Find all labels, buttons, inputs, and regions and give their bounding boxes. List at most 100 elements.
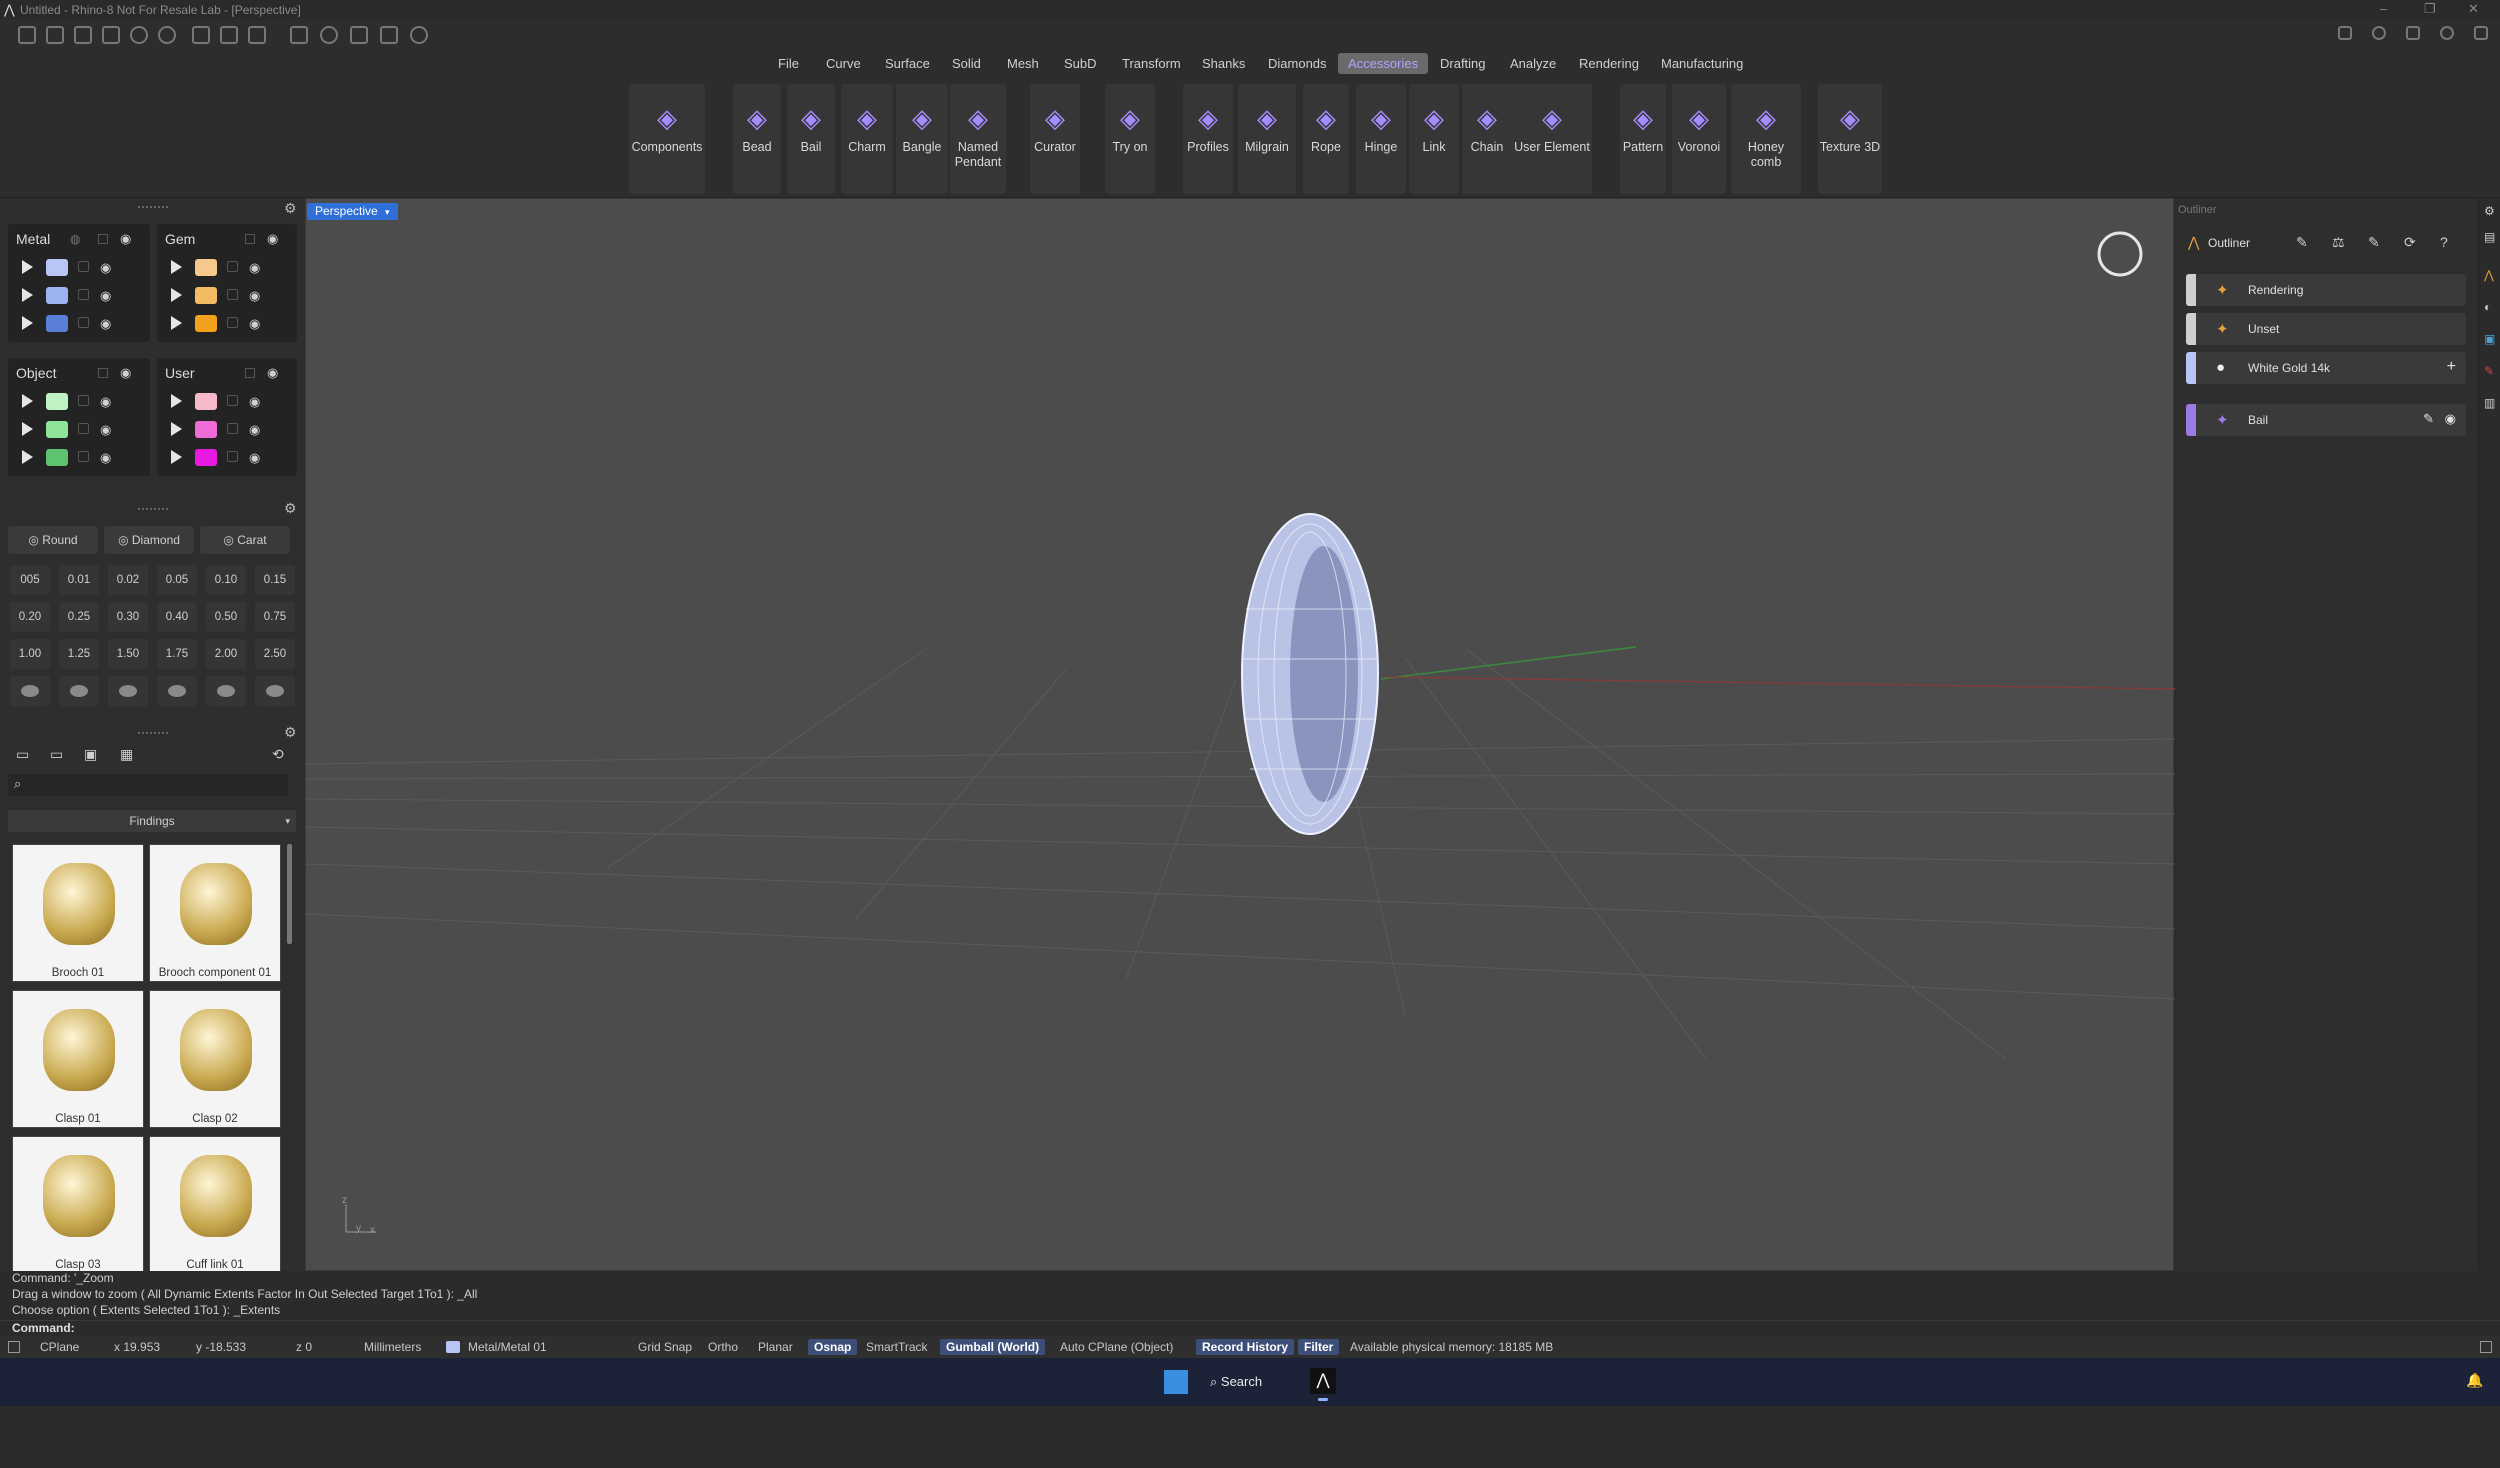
help-icon[interactable] bbox=[2440, 26, 2454, 40]
play-icon[interactable] bbox=[171, 288, 182, 302]
units-label[interactable]: Millimeters bbox=[364, 1340, 421, 1354]
color-swatch[interactable] bbox=[195, 315, 217, 332]
lock-icon[interactable] bbox=[98, 368, 108, 378]
gear-icon[interactable]: ⚙ bbox=[2484, 204, 2495, 218]
ribbon-button-texture-3d[interactable]: ◈ Texture 3D bbox=[1818, 84, 1882, 194]
color-swatch[interactable] bbox=[195, 449, 217, 466]
eye-icon[interactable]: ◉ bbox=[100, 288, 111, 304]
info-icon[interactable] bbox=[2372, 26, 2386, 40]
help-icon[interactable]: ? bbox=[2440, 234, 2448, 250]
ribbon-button-bail[interactable]: ◈ Bail bbox=[787, 84, 835, 194]
carat-size-button[interactable]: 1.75 bbox=[157, 639, 197, 669]
ribbon-button-pattern[interactable]: ◈ Pattern bbox=[1620, 84, 1666, 194]
play-icon[interactable] bbox=[171, 422, 182, 436]
library-item[interactable]: Clasp 02 bbox=[149, 990, 281, 1128]
lock-icon[interactable] bbox=[245, 234, 255, 244]
add-icon[interactable]: + bbox=[2447, 358, 2456, 376]
properties-icon[interactable]: ▤ bbox=[2484, 230, 2495, 244]
ribbon-button-rope[interactable]: ◈ Rope bbox=[1303, 84, 1349, 194]
edit-icon[interactable]: ✎ bbox=[2423, 411, 2434, 427]
library-search-input[interactable]: ⌕ bbox=[8, 774, 288, 796]
grid-icon[interactable]: ▦ bbox=[120, 746, 133, 763]
color-swatch[interactable] bbox=[46, 421, 68, 438]
toggle-auto-cplane-object[interactable]: Auto CPlane (Object) bbox=[1060, 1340, 1173, 1354]
carat-size-button[interactable]: 0.02 bbox=[108, 565, 148, 595]
eyedropper-icon[interactable]: ✎ bbox=[2296, 234, 2308, 251]
menu-subd[interactable]: SubD bbox=[1060, 56, 1101, 71]
color-swatch[interactable] bbox=[195, 259, 217, 276]
eye-icon[interactable]: ◉ bbox=[249, 288, 260, 304]
menu-transform[interactable]: Transform bbox=[1118, 56, 1185, 71]
panel-grip[interactable] bbox=[138, 206, 168, 208]
ribbon-button-chain[interactable]: ◈ Chain bbox=[1462, 84, 1512, 194]
carat-size-button[interactable]: 0.30 bbox=[108, 602, 148, 632]
ribbon-button-named-pendant[interactable]: ◈ Named Pendant bbox=[950, 84, 1006, 194]
restore-icon[interactable]: ❐ bbox=[2424, 1, 2436, 17]
panel-toggle-icon[interactable] bbox=[8, 1341, 20, 1353]
taskbar-search[interactable]: ⌕ Search bbox=[1210, 1368, 1290, 1396]
notification-icon[interactable]: 🔔 bbox=[2466, 1372, 2483, 1389]
rhino-tab-icon[interactable]: ⋀ bbox=[2484, 268, 2494, 282]
material-icon[interactable]: ◐ bbox=[2484, 300, 2491, 314]
outliner-row[interactable]: ● White Gold 14k + bbox=[2186, 352, 2466, 384]
carat-size-button[interactable]: 1.25 bbox=[59, 639, 99, 669]
toggle-smarttrack[interactable]: SmartTrack bbox=[866, 1340, 928, 1354]
menu-file[interactable]: File bbox=[774, 56, 803, 71]
eye-icon[interactable]: ◉ bbox=[100, 450, 111, 466]
play-icon[interactable] bbox=[171, 394, 182, 408]
eye-icon[interactable]: ◉ bbox=[100, 422, 111, 438]
measure-icon[interactable] bbox=[350, 26, 368, 44]
menu-shanks[interactable]: Shanks bbox=[1198, 56, 1249, 71]
close-icon[interactable]: ✕ bbox=[2468, 1, 2479, 17]
gear-icon[interactable]: ⚙ bbox=[284, 200, 297, 217]
gem-shape-button[interactable] bbox=[59, 676, 99, 706]
menu-curve[interactable]: Curve bbox=[822, 56, 865, 71]
color-swatch[interactable] bbox=[46, 449, 68, 466]
outliner-row[interactable]: ✦ Unset bbox=[2186, 313, 2466, 345]
eye-icon[interactable]: ◉ bbox=[100, 260, 111, 276]
lock-icon[interactable] bbox=[245, 368, 255, 378]
material-icon[interactable]: ◍ bbox=[70, 232, 80, 246]
lock-icon[interactable] bbox=[78, 451, 89, 462]
menu-diamonds[interactable]: Diamonds bbox=[1264, 56, 1331, 71]
options-icon[interactable] bbox=[2474, 26, 2488, 40]
ribbon-button-user-element[interactable]: ◈ User Element bbox=[1512, 84, 1592, 194]
carat-size-button[interactable]: 1.00 bbox=[10, 639, 50, 669]
rhino-app-icon[interactable]: ⋀ bbox=[1310, 1368, 1336, 1394]
library-item[interactable]: Brooch 01 bbox=[12, 844, 144, 982]
menu-solid[interactable]: Solid bbox=[948, 56, 985, 71]
menu-drafting[interactable]: Drafting bbox=[1436, 56, 1490, 71]
ribbon-button-honey-comb[interactable]: ◈ Honey comb bbox=[1731, 84, 1801, 194]
ribbon-button-link[interactable]: ◈ Link bbox=[1409, 84, 1459, 194]
color-swatch[interactable] bbox=[195, 393, 217, 410]
save-icon[interactable] bbox=[192, 26, 210, 44]
carat-size-button[interactable]: 0.10 bbox=[206, 565, 246, 595]
lock-icon[interactable] bbox=[78, 261, 89, 272]
folder-icon[interactable]: ▭ bbox=[16, 746, 29, 763]
cplane-label[interactable]: CPlane bbox=[40, 1340, 79, 1354]
gem-button-round[interactable]: ◎ Round bbox=[8, 526, 98, 554]
tool-icon[interactable] bbox=[2338, 26, 2352, 40]
toggle-record-history[interactable]: Record History bbox=[1196, 1339, 1295, 1355]
gumball-icon[interactable] bbox=[380, 26, 398, 44]
play-icon[interactable] bbox=[171, 316, 182, 330]
gem-shape-button[interactable] bbox=[10, 676, 50, 706]
play-icon[interactable] bbox=[22, 450, 33, 464]
viewport-tab[interactable]: Perspective ▾ bbox=[307, 203, 398, 220]
color-swatch[interactable] bbox=[46, 393, 68, 410]
eye-icon[interactable]: ◉ bbox=[120, 365, 131, 381]
toggle-osnap[interactable]: Osnap bbox=[808, 1339, 858, 1355]
ribbon-button-profiles[interactable]: ◈ Profiles bbox=[1183, 84, 1233, 194]
carat-size-button[interactable]: 0.15 bbox=[255, 565, 295, 595]
panel-toggle-icon[interactable] bbox=[2480, 1341, 2492, 1353]
gear-icon[interactable]: ⚙ bbox=[284, 724, 297, 741]
scrollbar[interactable] bbox=[287, 844, 292, 944]
open-icon[interactable] bbox=[74, 26, 92, 44]
menu-surface[interactable]: Surface bbox=[881, 56, 934, 71]
ribbon-button-hinge[interactable]: ◈ Hinge bbox=[1356, 84, 1406, 194]
new-icon[interactable] bbox=[18, 26, 36, 44]
carat-size-button[interactable]: 005 bbox=[10, 565, 50, 595]
play-icon[interactable] bbox=[22, 260, 33, 274]
lock-icon[interactable] bbox=[78, 317, 89, 328]
panel-grip[interactable] bbox=[138, 732, 168, 734]
